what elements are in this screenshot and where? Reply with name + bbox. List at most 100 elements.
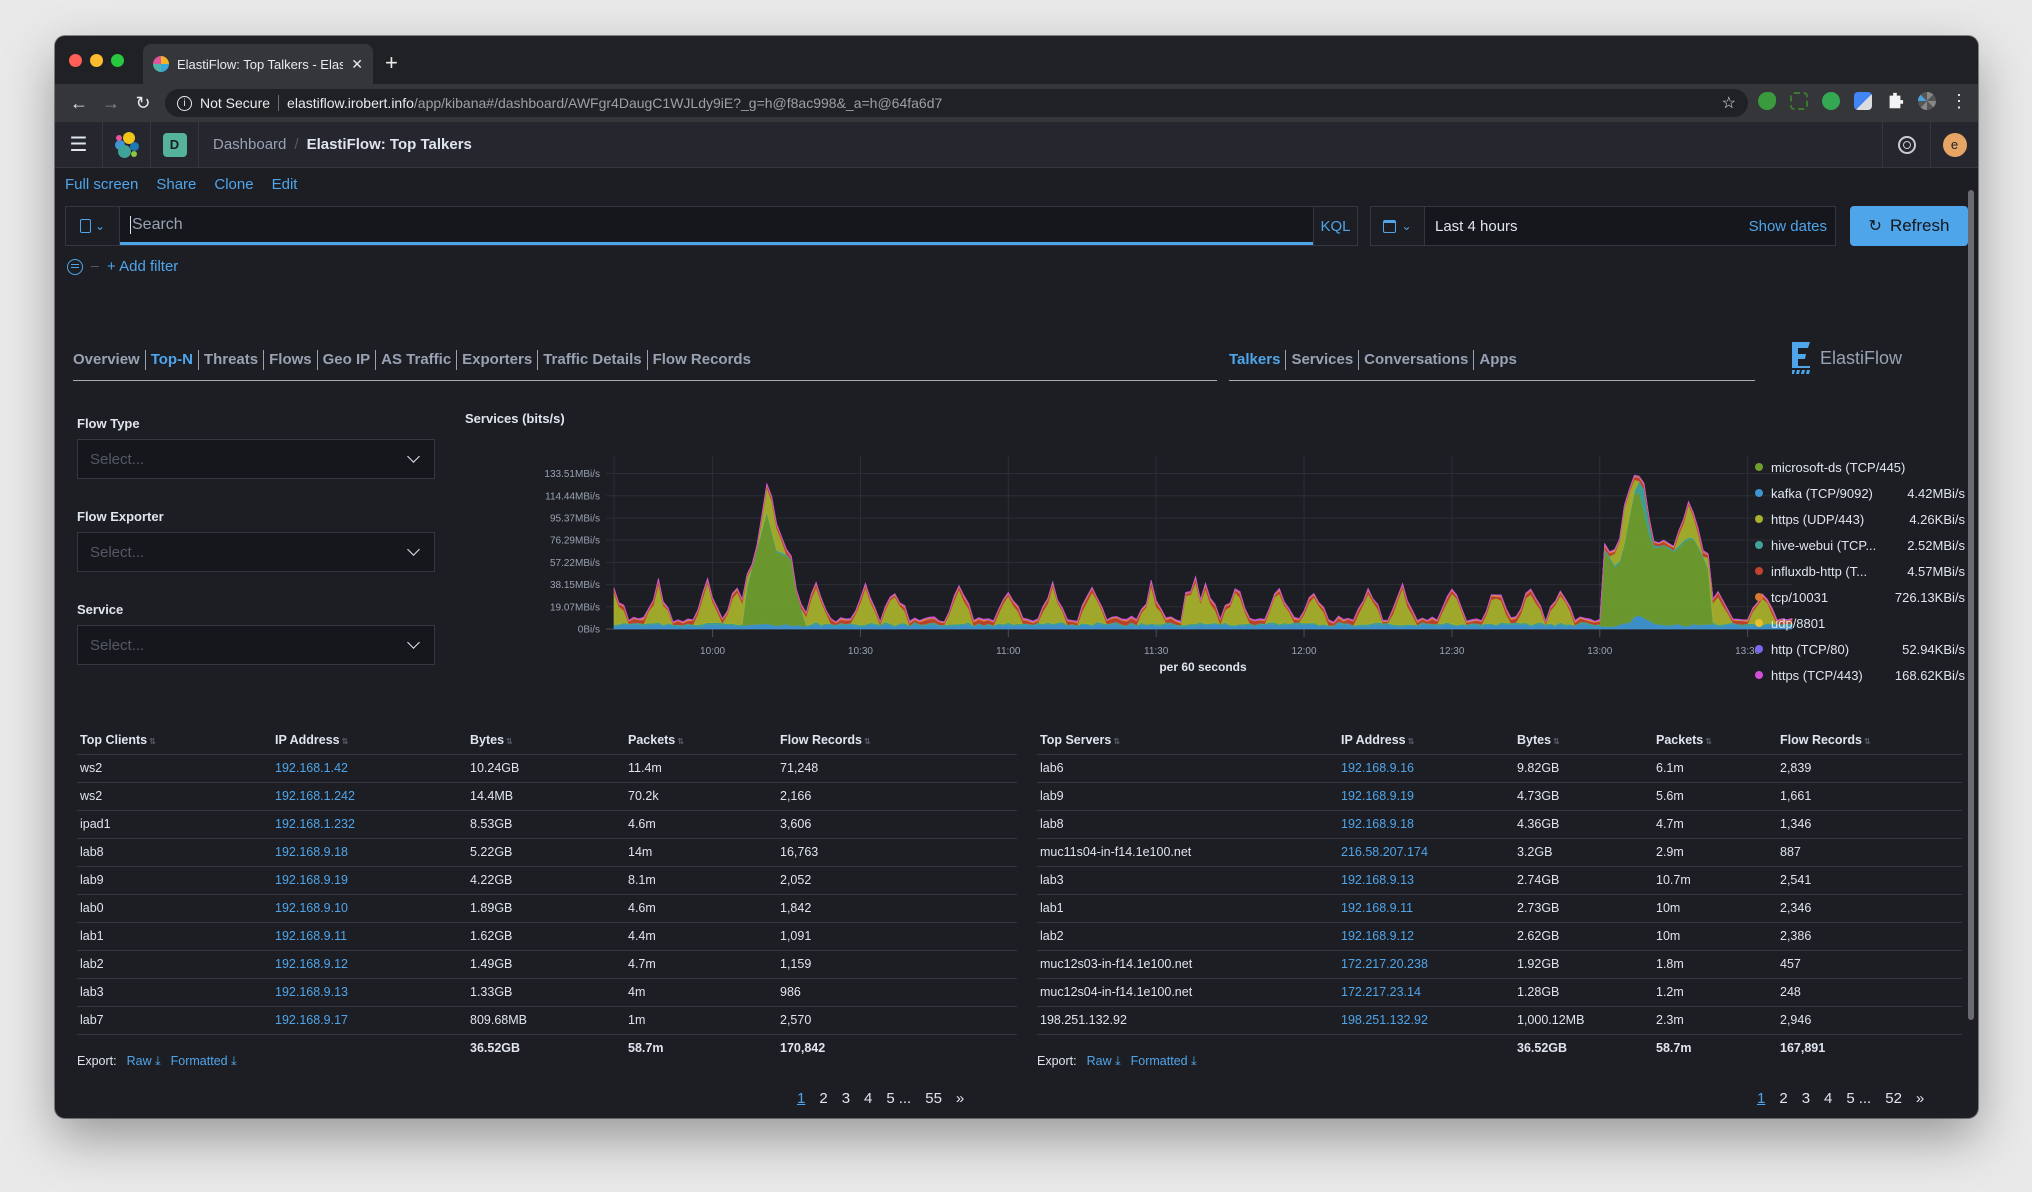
browser-tab[interactable]: ElastiFlow: Top Talkers - Elastic ✕ — [143, 44, 373, 84]
pagination-page[interactable]: 1 — [797, 1090, 805, 1107]
tab-overview[interactable]: Overview — [73, 351, 145, 368]
column-header[interactable]: Bytes ⇅ — [1514, 726, 1653, 755]
legend-item[interactable]: http (TCP/80) 52.94KBi/s — [1755, 636, 1965, 662]
pagination-page[interactable]: 2 — [819, 1090, 827, 1107]
pagination-page[interactable]: 5 — [1846, 1090, 1854, 1107]
maximize-window-button[interactable] — [111, 54, 124, 67]
space-selector[interactable]: D — [151, 122, 199, 167]
export-raw-link[interactable]: Raw ⤓ — [127, 1054, 161, 1069]
ip-address-link[interactable]: 198.251.132.92 — [1338, 1006, 1514, 1035]
pinwheel-icon[interactable] — [1918, 92, 1936, 110]
browser-menu-icon[interactable]: ⋮ — [1950, 92, 1968, 110]
address-bar[interactable]: i Not Secure elastiflow.irobert.info /ap… — [165, 89, 1748, 117]
ip-address-link[interactable]: 192.168.9.12 — [272, 950, 467, 979]
legend-item[interactable]: https (TCP/443) 168.62KBi/s — [1755, 662, 1965, 688]
ip-address-link[interactable]: 192.168.9.12 — [1338, 922, 1514, 951]
refresh-button[interactable]: ↻ Refresh — [1850, 206, 1968, 246]
ip-address-link[interactable]: 192.168.9.19 — [272, 866, 467, 895]
ip-address-link[interactable]: 192.168.1.242 — [272, 782, 467, 811]
tab-apps[interactable]: Apps — [1474, 351, 1522, 368]
ip-address-link[interactable]: 192.168.9.13 — [272, 978, 467, 1007]
edit-link[interactable]: Edit — [272, 176, 298, 193]
tab-as-traffic[interactable]: AS Traffic — [376, 351, 456, 368]
column-header[interactable]: Flow Records ⇅ — [777, 726, 1017, 755]
evernote-icon[interactable] — [1758, 92, 1776, 110]
column-header[interactable]: Packets ⇅ — [1653, 726, 1777, 755]
forward-icon[interactable]: → — [95, 93, 127, 114]
pagination-page[interactable]: 4 — [1824, 1090, 1832, 1107]
quick-menu-button[interactable]: ⌄ — [1371, 207, 1425, 245]
breadcrumb-dashboard[interactable]: Dashboard — [213, 136, 286, 153]
tab-conversations[interactable]: Conversations — [1359, 351, 1473, 368]
legend-item[interactable]: tcp/10031 726.13KBi/s — [1755, 584, 1965, 610]
minimize-window-button[interactable] — [90, 54, 103, 67]
ip-address-link[interactable]: 192.168.9.13 — [1338, 866, 1514, 895]
column-header[interactable]: IP Address ⇅ — [1338, 726, 1514, 755]
screenshot-icon[interactable] — [1790, 92, 1808, 110]
full-screen-link[interactable]: Full screen — [65, 176, 138, 193]
service-select[interactable]: Select... — [77, 625, 435, 665]
column-header[interactable]: Top Clients ⇅ — [77, 726, 272, 755]
share-link[interactable]: Share — [156, 176, 196, 193]
new-tab-button[interactable]: + — [385, 50, 398, 76]
saved-query-button[interactable]: ⌄ — [66, 207, 120, 245]
ip-address-link[interactable]: 192.168.1.42 — [272, 754, 467, 783]
elastic-logo[interactable] — [103, 122, 151, 167]
legend-item[interactable]: influxdb-http (T... 4.57MBi/s — [1755, 558, 1965, 584]
pagination-page[interactable]: 2 — [1779, 1090, 1787, 1107]
ip-address-link[interactable]: 192.168.9.18 — [272, 838, 467, 867]
flow-type-select[interactable]: Select... — [77, 439, 435, 479]
ip-address-link[interactable]: 172.217.23.14 — [1338, 978, 1514, 1007]
column-header[interactable]: Bytes ⇅ — [467, 726, 625, 755]
pagination-page[interactable]: 3 — [1802, 1090, 1810, 1107]
hangouts-icon[interactable] — [1822, 92, 1840, 110]
pagination-page[interactable]: 5 — [886, 1090, 894, 1107]
pagination-page[interactable]: 3 — [842, 1090, 850, 1107]
translate-icon[interactable] — [1854, 92, 1872, 110]
tab-services[interactable]: Services — [1286, 351, 1358, 368]
column-header[interactable]: Packets ⇅ — [625, 726, 777, 755]
back-icon[interactable]: ← — [63, 93, 95, 114]
clone-link[interactable]: Clone — [214, 176, 253, 193]
pagination-next[interactable]: » — [956, 1090, 964, 1107]
column-header[interactable]: IP Address ⇅ — [272, 726, 467, 755]
extensions-puzzle-icon[interactable] — [1889, 92, 1904, 109]
legend-item[interactable]: microsoft-ds (TCP/445) — [1755, 454, 1965, 480]
close-window-button[interactable] — [69, 54, 82, 67]
legend-item[interactable]: https (UDP/443) 4.26KBi/s — [1755, 506, 1965, 532]
ip-address-link[interactable]: 192.168.9.11 — [1338, 894, 1514, 923]
ip-address-link[interactable]: 192.168.9.10 — [272, 894, 467, 923]
bookmark-star-icon[interactable]: ☆ — [1722, 93, 1736, 113]
show-dates-link[interactable]: Show dates — [1749, 218, 1835, 235]
tab-flow-records[interactable]: Flow Records — [648, 351, 756, 368]
legend-item[interactable]: hive-webui (TCP... 2.52MBi/s — [1755, 532, 1965, 558]
page-scrollbar[interactable] — [1968, 190, 1974, 1020]
pagination-page[interactable]: 1 — [1757, 1090, 1765, 1107]
ip-address-link[interactable]: 192.168.9.11 — [272, 922, 467, 951]
reload-icon[interactable]: ↻ — [127, 93, 159, 114]
help-button[interactable] — [1882, 122, 1930, 167]
column-header[interactable]: Flow Records ⇅ — [1777, 726, 1962, 755]
tab-threats[interactable]: Threats — [199, 351, 263, 368]
tab-geo-ip[interactable]: Geo IP — [318, 351, 376, 368]
legend-item[interactable]: udp/8801 — [1755, 610, 1965, 636]
user-menu-button[interactable]: e — [1930, 122, 1978, 167]
tab-exporters[interactable]: Exporters — [457, 351, 537, 368]
flow-exporter-select[interactable]: Select... — [77, 532, 435, 572]
pagination-page[interactable]: 55 — [925, 1090, 942, 1107]
pagination-page[interactable]: 52 — [1885, 1090, 1902, 1107]
time-range-label[interactable]: Last 4 hours — [1425, 218, 1749, 235]
legend-item[interactable]: kafka (TCP/9092) 4.42MBi/s — [1755, 480, 1965, 506]
ip-address-link[interactable]: 192.168.9.17 — [272, 1006, 467, 1035]
ip-address-link[interactable]: 192.168.9.18 — [1338, 810, 1514, 839]
tab-top-n[interactable]: Top-N — [146, 351, 198, 368]
tab-traffic-details[interactable]: Traffic Details — [538, 351, 646, 368]
pagination-page[interactable]: 4 — [864, 1090, 872, 1107]
kql-language-toggle[interactable]: KQL — [1313, 207, 1357, 245]
ip-address-link[interactable]: 192.168.1.232 — [272, 810, 467, 839]
tab-flows[interactable]: Flows — [264, 351, 317, 368]
export-raw-link[interactable]: Raw ⤓ — [1087, 1054, 1121, 1069]
close-tab-icon[interactable]: ✕ — [351, 56, 363, 73]
column-header[interactable]: Top Servers ⇅ — [1037, 726, 1338, 755]
export-formatted-link[interactable]: Formatted ⤓ — [1131, 1054, 1197, 1069]
